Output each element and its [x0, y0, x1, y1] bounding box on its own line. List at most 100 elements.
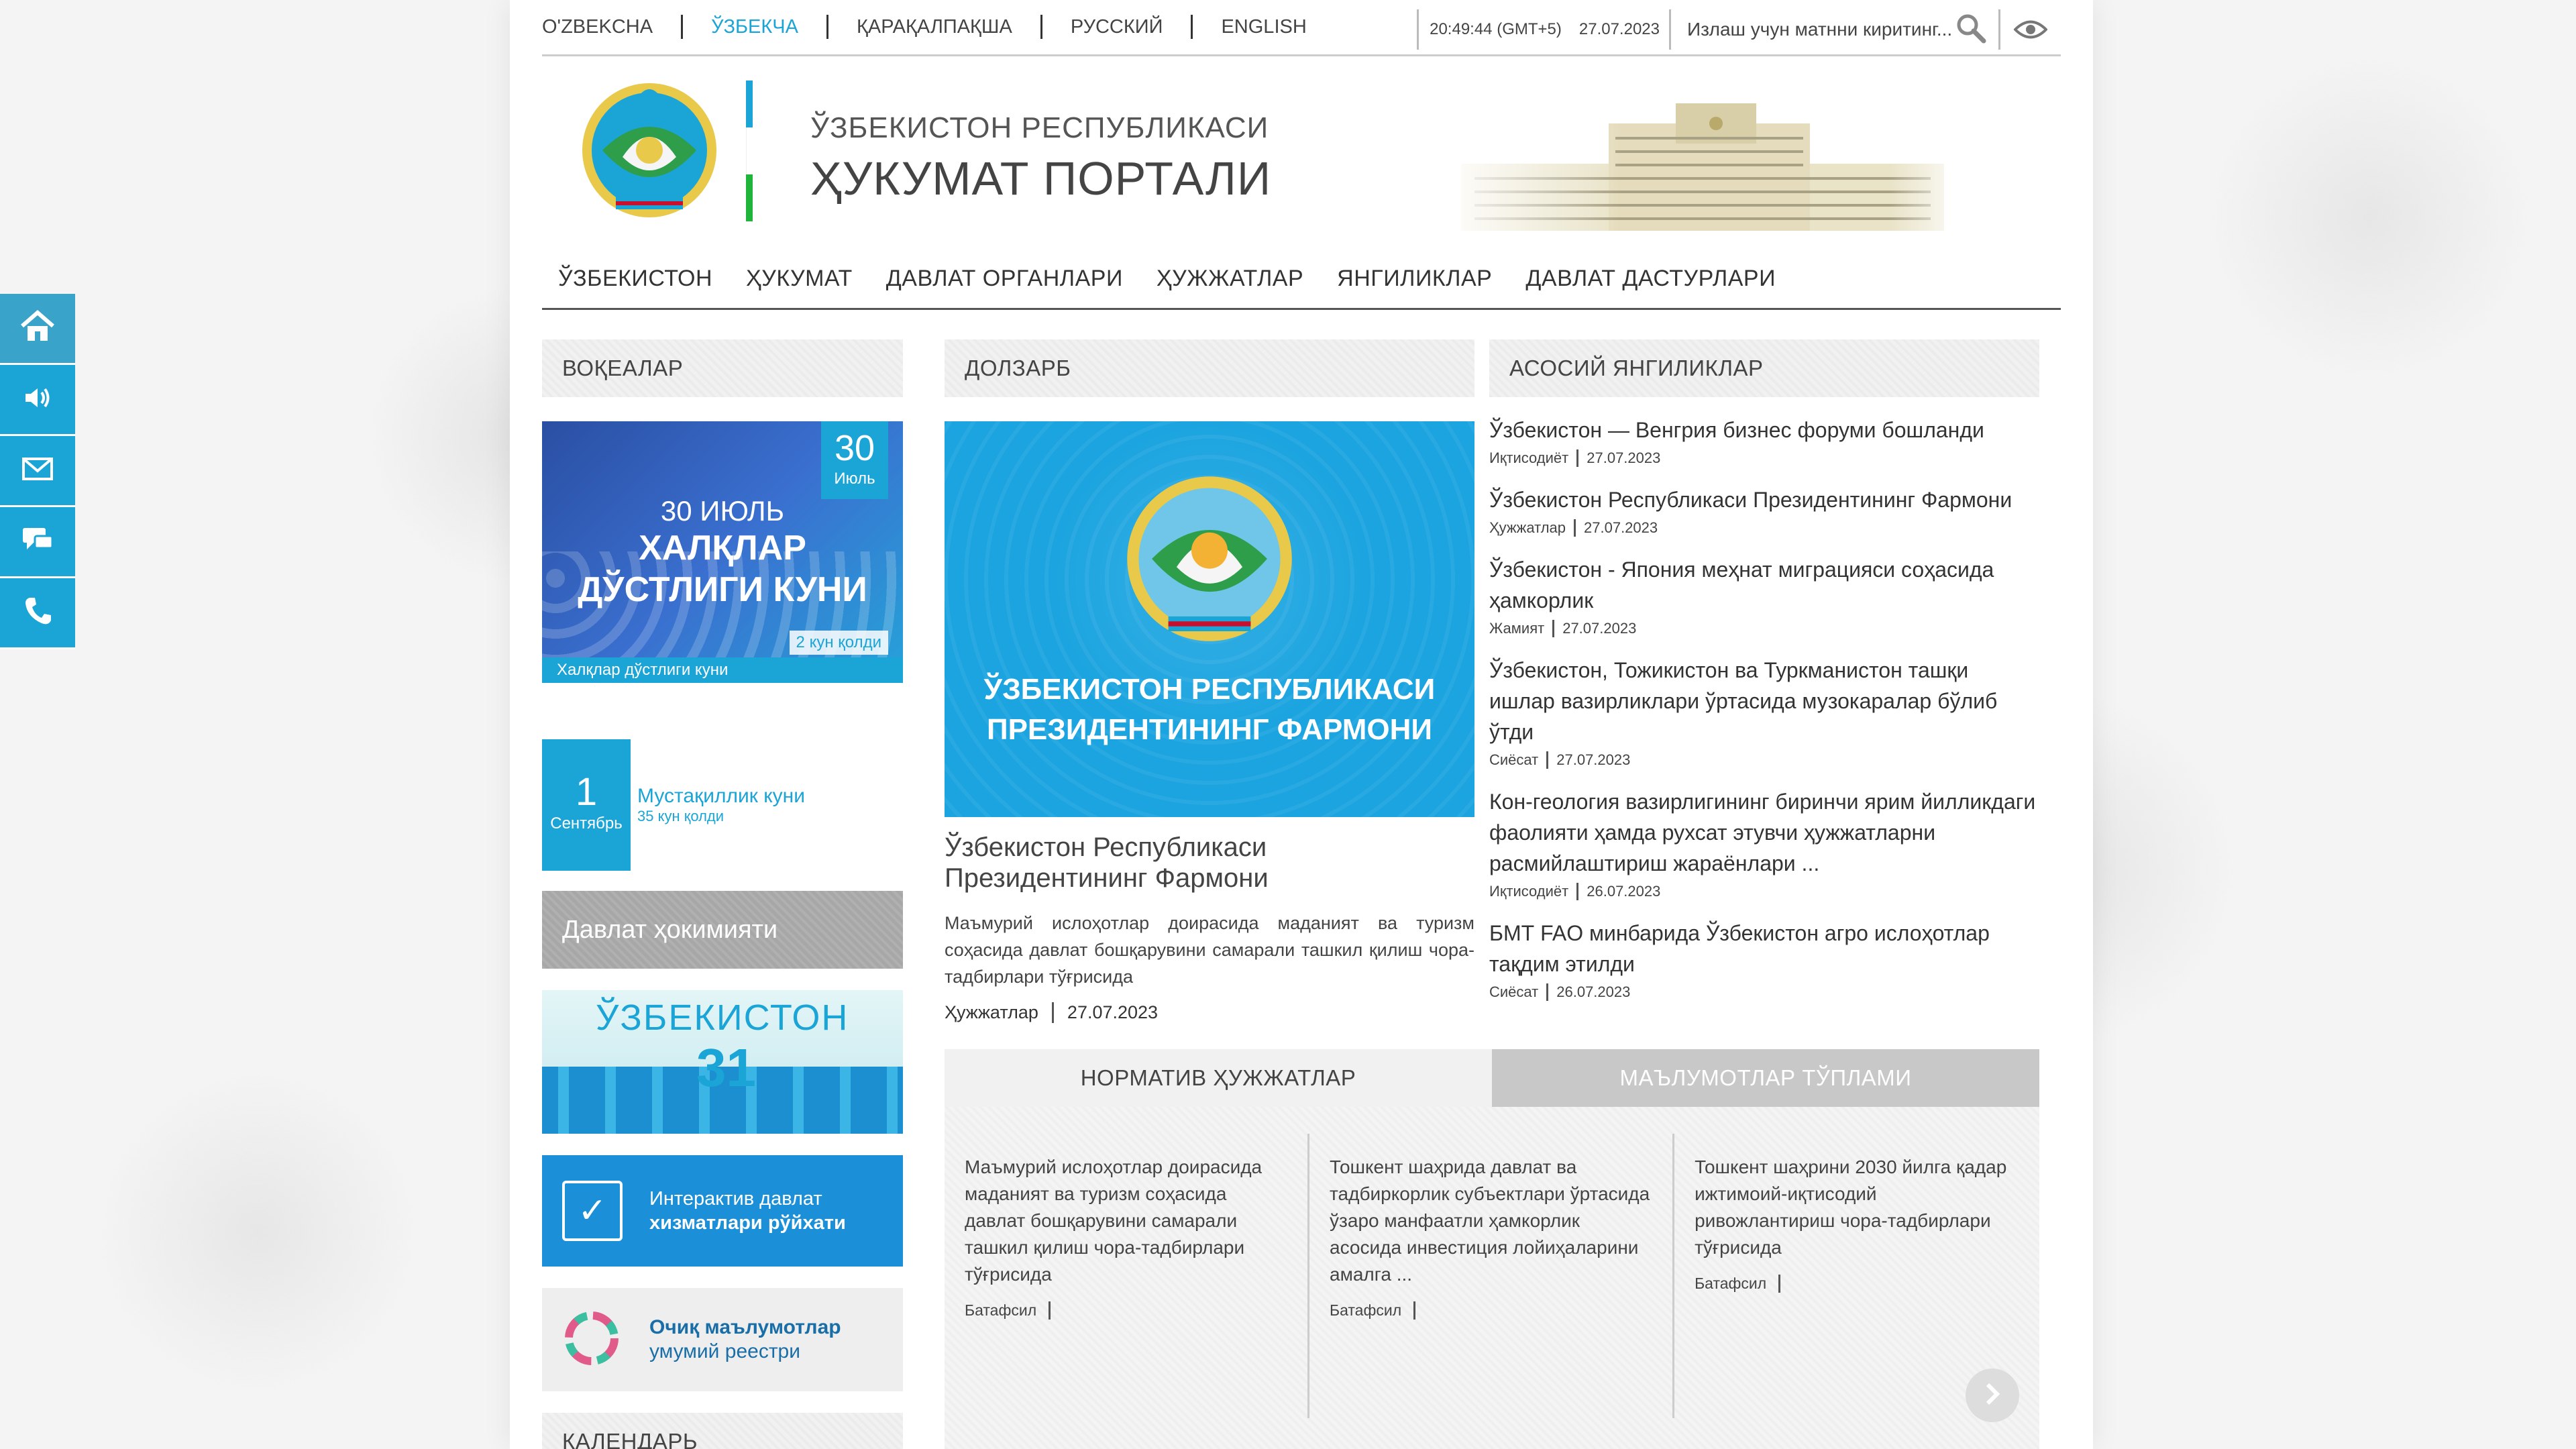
mail-button[interactable] — [0, 436, 75, 507]
news-date: 27.07.2023 — [1556, 751, 1631, 768]
news-category[interactable]: Иқтисодиёт — [1489, 883, 1579, 900]
news-title[interactable]: Ўзбекистон - Япония меҳнат миграцияси со… — [1489, 554, 2039, 616]
news-category[interactable]: Жамият — [1489, 620, 1555, 637]
phone-icon — [24, 596, 51, 629]
search-icon[interactable] — [1955, 13, 1986, 47]
site-title[interactable]: ҲУКУМАТ ПОРТАЛИ — [810, 152, 1271, 205]
document-title[interactable]: Тошкент шаҳрида давлат ва тадбиркорлик с… — [1330, 1154, 1652, 1288]
audio-button[interactable] — [0, 365, 75, 436]
services-line1: Интерактив давлат — [649, 1188, 822, 1210]
next-arrow-button[interactable] — [1966, 1368, 2019, 1422]
lang-uz[interactable]: ЎЗБЕКЧА — [683, 15, 828, 39]
read-more-link[interactable]: Батафсил — [1695, 1275, 1781, 1293]
news-item: Ўзбекистон — Венгрия бизнес форуми бошла… — [1489, 415, 2039, 467]
tab-datasets[interactable]: МАЪЛУМОТЛАР ТЎПЛАМИ — [1492, 1049, 2039, 1107]
nav-uzbekistan[interactable]: ЎЗБЕКИСТОН — [558, 266, 712, 292]
services-line2: хизматлари рўйхати — [649, 1212, 846, 1234]
news-title[interactable]: Кон-геология вазирлигининг биринчи ярим … — [1489, 786, 2039, 879]
open-data-line1: Очиқ маълумотлар — [649, 1316, 841, 1338]
document-title[interactable]: Маъмурий ислоҳотлар доирасида маданият в… — [965, 1154, 1287, 1288]
event-date-badge: 30 Июль — [821, 421, 888, 499]
event-banner[interactable]: 30 Июль 30 ИЮЛЬ ХАЛҚЛАР ДЎСТЛИГИ КУНИ 2 … — [542, 421, 903, 683]
news-category[interactable]: Сиёсат — [1489, 983, 1549, 1001]
news-title[interactable]: БМТ FAO минбарида Ўзбекистон агро ислоҳо… — [1489, 918, 2039, 979]
featured-category[interactable]: Ҳужжатлар — [945, 1002, 1054, 1023]
news-date: 26.07.2023 — [1587, 883, 1661, 900]
mail-icon — [22, 458, 53, 484]
news-item: Ўзбекистон - Япония меҳнат миграцияси со… — [1489, 554, 2039, 637]
read-more-link[interactable]: Батафсил — [965, 1301, 1051, 1320]
read-more-link[interactable]: Батафсил — [1330, 1301, 1416, 1320]
news-date: 27.07.2023 — [1562, 620, 1637, 637]
nav-state-bodies[interactable]: ДАВЛАТ ОРГАНЛАРИ — [886, 266, 1123, 292]
news-category[interactable]: Ҳужжатлар — [1489, 519, 1576, 537]
state-emblem-icon[interactable] — [576, 76, 723, 224]
top-bar: O'ZBEKCHA ЎЗБЕКЧА ҚАРАҚАЛПАҚША РУССКИЙ E… — [542, 0, 2061, 56]
home-button[interactable] — [0, 294, 75, 365]
lang-oz[interactable]: O'ZBEKCHA — [542, 15, 684, 39]
lang-en[interactable]: ENGLISH — [1193, 15, 1334, 39]
uzbekistan-31-banner[interactable]: ЎЗБЕКИСТОН 31 — [542, 990, 903, 1134]
nav-state-programs[interactable]: ДАВЛАТ ДАСТУРЛАРИ — [1525, 266, 1776, 292]
phone-button[interactable] — [0, 578, 75, 649]
documents-panel: НОРМАТИВ ҲУЖЖАТЛАР МАЪЛУМОТЛАР ТЎПЛАМИ М… — [945, 1049, 2039, 1449]
state-power-banner[interactable]: Давлат ҳокимияти — [542, 891, 903, 969]
document-card: Тошкент шаҳрида давлат ва тадбиркорлик с… — [1309, 1134, 1675, 1418]
next-event[interactable]: 1 Сентябрь Мустақиллик куни 35 кун қолди — [542, 739, 903, 871]
calendar-heading: КАЛЕНДАРЬ — [542, 1413, 903, 1449]
next-event-day: 1 — [575, 770, 598, 814]
accessibility-eye-icon[interactable] — [2000, 19, 2061, 40]
flag-stripe — [746, 80, 753, 221]
search-input[interactable] — [1687, 19, 1955, 40]
featured-meta: Ҳужжатлар 27.07.2023 — [945, 1002, 1474, 1023]
nav-documents[interactable]: ҲУЖЖАТЛАР — [1157, 266, 1303, 292]
news-title[interactable]: Ўзбекистон Республикаси Президентининг Ф… — [1489, 484, 2039, 515]
event-banner-line2: ХАЛҚЛАР — [639, 529, 806, 568]
tab-normative-documents[interactable]: НОРМАТИВ ҲУЖЖАТЛАР — [945, 1049, 1492, 1107]
featured-image-caption-1: ЎЗБЕКИСТОН РЕСПУБЛИКАСИ — [983, 673, 1436, 706]
nav-news[interactable]: ЯНГИЛИКЛАР — [1337, 266, 1492, 292]
next-event-date-badge: 1 Сентябрь — [542, 739, 631, 871]
uz31-title: ЎЗБЕКИСТОН — [596, 998, 849, 1038]
lang-ru[interactable]: РУССКИЙ — [1042, 15, 1193, 39]
uz31-number: 31 — [696, 1038, 756, 1097]
news-list: Ўзбекистон — Венгрия бизнес форуми бошла… — [1489, 415, 2039, 1001]
featured-column: ДОЛЗАРБ ЎЗБЕКИСТОН РЕСПУБЛИКАСИ ПРЕЗИДЕН… — [945, 339, 1474, 1023]
featured-image[interactable]: ЎЗБЕКИСТОН РЕСПУБЛИКАСИ ПРЕЗИДЕНТИНИНГ Ф… — [945, 421, 1474, 817]
document-title[interactable]: Тошкент шаҳрини 2030 йилга қадар ижтимои… — [1695, 1154, 2019, 1261]
event-day: 30 — [834, 428, 875, 468]
news-item: Ўзбекистон, Тожикистон ва Туркманистон т… — [1489, 655, 2039, 769]
checkbox-icon: ✓ — [562, 1181, 623, 1241]
next-event-month: Сентябрь — [550, 814, 623, 833]
news-date: 27.07.2023 — [1587, 449, 1661, 466]
event-caption: Халқлар дўстлиги куни — [542, 657, 903, 683]
featured-image-caption-2: ПРЕЗИДЕНТИНИНГ ФАРМОНИ — [986, 713, 1433, 746]
next-event-name[interactable]: Мустақиллик куни — [637, 785, 805, 808]
interactive-services-banner[interactable]: ✓ Интерактив давлат хизматлари рўйхати — [542, 1155, 903, 1267]
clock-time: 20:49:44 (GMT+5) — [1430, 20, 1562, 38]
news-category[interactable]: Сиёсат — [1489, 751, 1549, 769]
government-building-image — [1434, 83, 1971, 244]
news-title[interactable]: Ўзбекистон — Венгрия бизнес форуми бошла… — [1489, 415, 2039, 445]
news-title[interactable]: Ўзбекистон, Тожикистон ва Туркманистон т… — [1489, 655, 2039, 747]
clock-date: 27.07.2023 — [1578, 20, 1660, 38]
featured-description: Маъмурий ислоҳотлар доирасида маданият в… — [945, 913, 1474, 987]
featured-title[interactable]: Ўзбекистон Республикаси Президентининг Ф… — [945, 832, 1474, 894]
nav-government[interactable]: ҲУКУМАТ — [746, 266, 853, 292]
events-column: ВОҚЕАЛАР 30 Июль 30 ИЮЛЬ ХАЛҚЛАР ДЎСТЛИГ… — [542, 339, 903, 1449]
document-card: Маъмурий ислоҳотлар доирасида маданият в… — [945, 1134, 1310, 1418]
page: O'ZBEKCHA ЎЗБЕКЧА ҚАРАҚАЛПАҚША РУССКИЙ E… — [510, 0, 2093, 1449]
news-category[interactable]: Иқтисодиёт — [1489, 449, 1579, 467]
clock: 20:49:44 (GMT+5) 27.07.2023 — [1417, 9, 1669, 50]
event-days-left: 2 кун қолди — [789, 631, 888, 655]
site-subtitle: ЎЗБЕКИСТОН РЕСПУБЛИКАСИ — [810, 111, 1269, 144]
lang-qq[interactable]: ҚАРАҚАЛПАҚША — [828, 15, 1042, 39]
state-emblem-icon — [1119, 468, 1300, 649]
events-heading: ВОҚЕАЛАР — [542, 339, 903, 397]
news-item: Кон-геология вазирлигининг биринчи ярим … — [1489, 786, 2039, 900]
event-month: Июль — [834, 470, 875, 488]
chat-button[interactable] — [0, 507, 75, 578]
site-header: ЎЗБЕКИСТОН РЕСПУБЛИКАСИ ҲУКУМАТ ПОРТАЛИ — [542, 56, 2061, 258]
side-toolbar — [0, 294, 75, 649]
open-data-banner[interactable]: Очиқ маълумотлар умумий реестри — [542, 1288, 903, 1391]
